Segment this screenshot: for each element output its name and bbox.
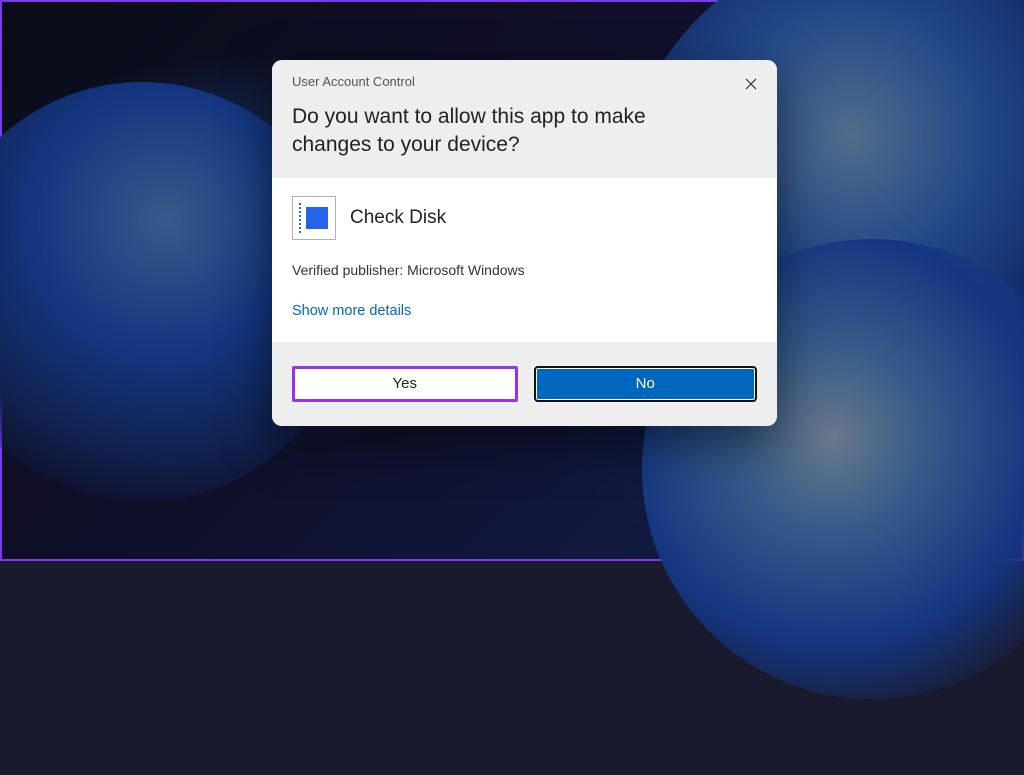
publisher-line: Verified publisher: Microsoft Windows [292, 262, 757, 278]
yes-button[interactable]: Yes [292, 366, 518, 402]
dialog-footer: Yes No [272, 342, 777, 426]
dialog-title: User Account Control [292, 74, 757, 89]
app-identity-row: Check Disk [292, 196, 757, 240]
dialog-body: Check Disk Verified publisher: Microsoft… [272, 178, 777, 342]
app-icon [292, 196, 336, 240]
show-more-details-link[interactable]: Show more details [292, 303, 411, 319]
app-name: Check Disk [350, 207, 446, 229]
close-icon [745, 78, 757, 90]
uac-dialog: User Account Control Do you want to allo… [272, 60, 777, 426]
dialog-header: User Account Control Do you want to allo… [272, 60, 777, 178]
dialog-question: Do you want to allow this app to make ch… [292, 103, 757, 160]
no-button[interactable]: No [534, 366, 758, 402]
close-button[interactable] [737, 70, 765, 98]
app-icon-inner [306, 207, 328, 229]
